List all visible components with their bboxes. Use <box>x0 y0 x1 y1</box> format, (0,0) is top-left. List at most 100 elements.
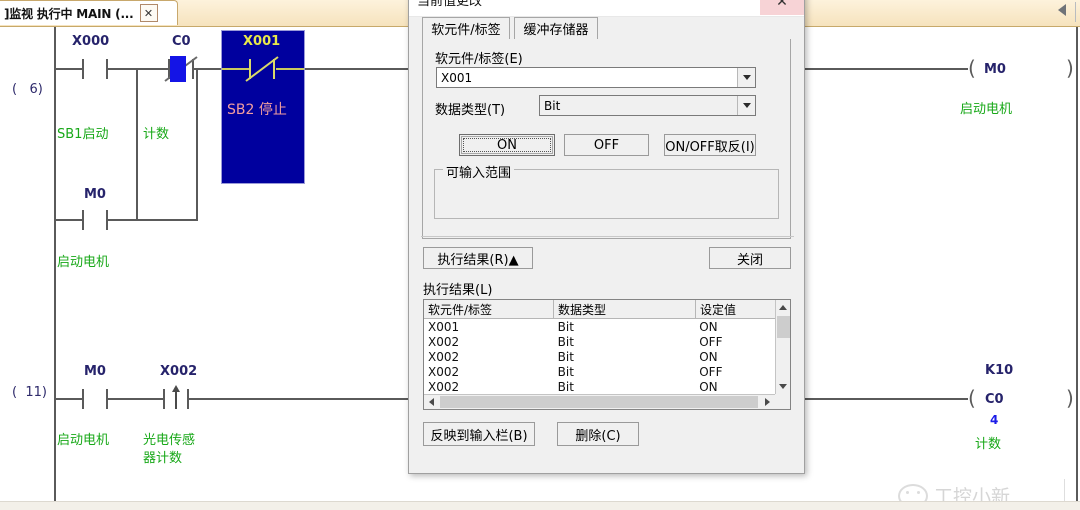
chevron-down-icon[interactable] <box>737 96 755 115</box>
close-icon[interactable]: ✕ <box>139 4 158 22</box>
result-toggle-button[interactable]: 执行结果(R)▲ <box>423 247 533 269</box>
table-row[interactable]: X001 Bit ON <box>424 319 775 334</box>
dialog-close-button[interactable]: 关闭 <box>709 247 791 269</box>
cell-value: ON <box>699 319 718 334</box>
horizontal-scroll-thumb[interactable] <box>440 396 758 408</box>
result-listview-header: 软元件/标签 数据类型 设定值 <box>424 300 790 319</box>
left-triangle-icon[interactable] <box>1058 4 1066 16</box>
result-listview[interactable]: 软元件/标签 数据类型 设定值 X001 Bit ON X002 Bit OFF <box>423 299 791 410</box>
close-icon[interactable]: ✕ <box>760 0 804 15</box>
rung-number-6: ( 6) <box>12 82 43 97</box>
cell-datatype: Bit <box>557 364 574 379</box>
result-list-label: 执行结果(L) <box>423 283 493 298</box>
column-header-datatype[interactable]: 数据类型 <box>554 300 696 318</box>
comment-motor-3: 启动电机 <box>57 433 110 448</box>
dialog-title: 当前值更改 <box>417 0 483 9</box>
cell-device: X002 <box>428 349 460 364</box>
device-label-c0: C0 <box>172 34 191 49</box>
comment-count: 计数 <box>143 127 170 142</box>
screen-root: ]监视 执行中 MAIN (... ✕ ( 6) X000 SB1启动 C0 计… <box>0 0 1080 510</box>
vertical-scroll-thumb[interactable] <box>777 316 790 338</box>
tab-buffer-memory[interactable]: 缓冲存储器 <box>514 17 598 39</box>
device-input[interactable]: X001 <box>436 67 756 88</box>
output-device-label-m0: M0 <box>984 62 1006 77</box>
cell-datatype: Bit <box>557 334 574 349</box>
rung11-wire-left <box>54 398 82 400</box>
on-button[interactable]: ON <box>459 134 555 156</box>
dialog-separator-1 <box>421 236 794 237</box>
current-value-change-dialog: 当前值更改 ✕ 软元件/标签 缓冲存储器 软元件/标签(E) X001 数据类型… <box>408 0 805 474</box>
comment-motor-2: 启动电机 <box>960 102 1013 117</box>
mdi-tab-label: ]监视 执行中 MAIN (... <box>4 6 134 21</box>
off-button[interactable]: OFF <box>564 134 649 156</box>
contact-no-x000[interactable] <box>82 59 108 79</box>
selected-comment-sb2: SB2 停止 <box>227 102 287 118</box>
on-button-focus-rect <box>463 138 551 152</box>
cell-device: X002 <box>428 364 460 379</box>
device-label-x000: X000 <box>72 34 110 49</box>
dialog-titlebar[interactable]: 当前值更改 ✕ <box>409 0 804 17</box>
datatype-value: Bit <box>544 98 561 113</box>
selected-device-label-x001: X001 <box>243 34 281 49</box>
cell-value: OFF <box>699 364 723 379</box>
dialog-close-button-label: 关闭 <box>736 252 763 268</box>
left-power-rail <box>54 27 56 510</box>
reflect-to-input-label: 反映到输入栏(B) <box>430 428 528 444</box>
delete-button[interactable]: 删除(C) <box>557 422 639 446</box>
result-listview-rows: X001 Bit ON X002 Bit OFF X002 Bit ON X00… <box>424 319 775 394</box>
comment-sensor-line2: 器计数 <box>143 451 183 466</box>
dialog-tabstrip: 软元件/标签 缓冲存储器 <box>422 17 791 39</box>
contact-nc-x001-slash <box>245 56 279 82</box>
rung-number-11: ( 11) <box>12 385 47 400</box>
vertical-scrollbar[interactable] <box>775 300 790 394</box>
datatype-select[interactable]: Bit <box>539 95 756 116</box>
column-header-value[interactable]: 设定值 <box>696 300 776 318</box>
rung6-branch-wire-b <box>108 219 198 221</box>
reflect-to-input-button[interactable]: 反映到输入栏(B) <box>423 422 535 446</box>
coil-close-paren-c0: ) <box>1066 386 1074 410</box>
table-row[interactable]: X002 Bit OFF <box>424 334 775 349</box>
scrollbar-corner <box>775 394 790 409</box>
datatype-field-label: 数据类型(T) <box>435 103 506 118</box>
chevron-left-icon[interactable] <box>424 395 439 409</box>
horizontal-scrollbar[interactable] <box>424 394 775 409</box>
table-row[interactable]: X002 Bit ON <box>424 349 775 364</box>
rung6-branch-vline-right <box>196 68 198 220</box>
rung6-branch-wire-a <box>54 219 82 221</box>
current-value-c0: 4 <box>990 413 999 427</box>
chevron-down-icon[interactable] <box>737 68 755 87</box>
tab-buffer-memory-text: 缓冲存储器 <box>523 23 589 38</box>
cell-device: X001 <box>428 319 460 334</box>
on-off-toggle-label: ON/OFF取反(I) <box>665 139 755 155</box>
rung6-branch-vline-left <box>136 68 138 220</box>
cell-device: X002 <box>428 379 460 394</box>
on-off-toggle-button[interactable]: ON/OFF取反(I) <box>664 134 756 156</box>
tab-strip-divider <box>1075 2 1076 22</box>
rung6-wire-mid1 <box>108 68 168 70</box>
result-toggle-label: 执行结果(R)▲ <box>437 252 519 268</box>
contact-no-m0-r11[interactable] <box>82 389 108 409</box>
chevron-right-icon[interactable] <box>760 395 775 409</box>
coil-open-paren-c0: ( <box>968 386 976 410</box>
device-label-x002: X002 <box>160 364 198 379</box>
right-power-rail <box>1076 27 1078 510</box>
table-row[interactable]: X002 Bit OFF <box>424 364 775 379</box>
chevron-up-icon[interactable] <box>776 300 790 315</box>
device-input-value: X001 <box>441 70 473 85</box>
edit-cursor[interactable] <box>170 56 186 82</box>
table-row[interactable]: X002 Bit ON <box>424 379 775 394</box>
comment-motor-1: 启动电机 <box>57 255 110 270</box>
coil-close-paren-m0: ) <box>1066 56 1074 80</box>
mdi-tab-main[interactable]: ]监视 执行中 MAIN (... ✕ <box>0 0 178 25</box>
tab-device-label[interactable]: 软元件/标签 <box>422 17 510 39</box>
contact-no-m0-branch[interactable] <box>82 210 108 230</box>
input-range-group: 可输入范围 <box>434 162 779 219</box>
status-strip <box>0 501 1080 510</box>
cell-datatype: Bit <box>557 379 574 394</box>
column-header-device[interactable]: 软元件/标签 <box>424 300 554 318</box>
chevron-down-icon[interactable] <box>776 379 790 394</box>
off-button-label: OFF <box>593 137 620 153</box>
comment-sensor-line1: 光电传感 <box>143 433 196 448</box>
cell-datatype: Bit <box>557 319 574 334</box>
preset-label-k10: K10 <box>985 363 1014 378</box>
